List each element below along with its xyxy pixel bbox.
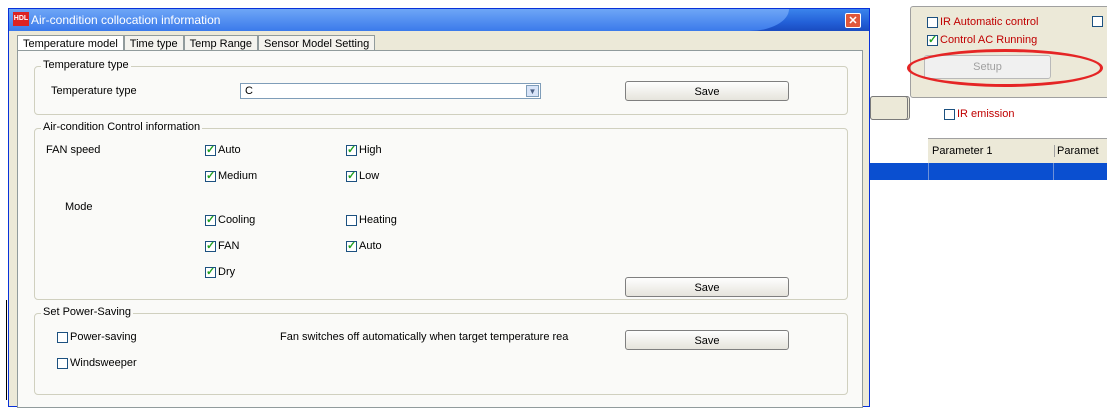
ac-collocation-dialog: HDL Air-condition collocation informatio…: [8, 8, 870, 408]
fan-speed-label: FAN speed: [46, 144, 101, 156]
fan-auto-box[interactable]: [205, 143, 216, 156]
column-header-parameter-1[interactable]: Parameter 1: [932, 145, 993, 157]
fan-medium-checkbox[interactable]: Medium: [205, 169, 258, 182]
control-ac-running-label: Control AC Running: [940, 34, 1038, 46]
temperature-save-button[interactable]: Save: [625, 81, 789, 101]
table-cell: [1053, 163, 1054, 180]
fan-high-label: High: [359, 144, 382, 156]
fan-low-box[interactable]: [346, 169, 357, 182]
mode-auto-label: Auto: [359, 240, 382, 252]
red-annotation-circle: [907, 49, 1103, 87]
close-icon[interactable]: ✕: [845, 13, 861, 28]
temperature-type-value: C: [245, 85, 253, 97]
mode-dry-box[interactable]: [205, 265, 216, 278]
power-saving-save-button[interactable]: Save: [625, 330, 789, 350]
extra-checkbox-box[interactable]: [1092, 16, 1103, 27]
ac-control-group-title: Air-condition Control information: [41, 121, 203, 133]
control-ac-running-box[interactable]: [927, 33, 938, 46]
left-edge-line: [6, 300, 7, 400]
power-saving-group: Set Power-Saving Power-saving Fan switch…: [34, 306, 848, 395]
control-ac-running-checkbox[interactable]: Control AC Running: [927, 33, 1038, 46]
mode-fan-box[interactable]: [205, 239, 216, 252]
ir-emission-label: IR emission: [957, 108, 1015, 120]
fan-low-label: Low: [359, 170, 380, 182]
mode-dry-checkbox[interactable]: Dry: [205, 265, 236, 278]
mode-fan-checkbox[interactable]: FAN: [205, 239, 240, 252]
chevron-down-icon[interactable]: ▼: [526, 85, 539, 97]
mode-auto-checkbox[interactable]: Auto: [346, 239, 382, 252]
mode-heating-checkbox[interactable]: Heating: [346, 214, 397, 226]
mode-heating-label: Heating: [359, 214, 397, 226]
table-cell: [928, 163, 929, 180]
fan-low-checkbox[interactable]: Low: [346, 169, 380, 182]
windsweeper-checkbox[interactable]: Windsweeper: [57, 357, 137, 369]
dialog-title: Air-condition collocation information: [31, 13, 221, 27]
table-row-selected[interactable]: [870, 163, 1107, 180]
temperature-type-select[interactable]: C ▼: [240, 83, 541, 99]
ac-control-group: Air-condition Control information FAN sp…: [34, 121, 848, 300]
mode-label: Mode: [65, 201, 93, 213]
fan-auto-checkbox[interactable]: Auto: [205, 143, 241, 156]
fan-auto-label: Auto: [218, 144, 241, 156]
mode-heating-box[interactable]: [346, 214, 357, 226]
ir-automatic-control-box[interactable]: [927, 16, 938, 28]
background-options-group: IR Automatic control Control AC Running …: [907, 6, 1107, 98]
fan-medium-label: Medium: [218, 170, 258, 182]
extra-checkbox[interactable]: [1092, 16, 1103, 27]
ac-control-save-button[interactable]: Save: [625, 277, 789, 297]
windsweeper-box[interactable]: [57, 357, 68, 369]
background-window: IR Automatic control Control AC Running …: [870, 0, 1107, 407]
mode-fan-label: FAN: [218, 240, 240, 252]
mode-dry-label: Dry: [218, 266, 236, 278]
ir-automatic-control-checkbox[interactable]: IR Automatic control: [927, 16, 1038, 28]
ir-emission-box[interactable]: [944, 108, 955, 120]
ir-emission-checkbox[interactable]: IR emission: [944, 108, 1014, 120]
mode-cooling-box[interactable]: [205, 213, 216, 226]
power-saving-checkbox[interactable]: Power-saving: [57, 331, 137, 343]
ir-automatic-control-label: IR Automatic control: [940, 16, 1039, 28]
fan-high-box[interactable]: [346, 143, 357, 156]
temperature-type-group-title: Temperature type: [41, 59, 131, 71]
background-button-2[interactable]: [870, 96, 908, 120]
power-saving-note: Fan switches off automatically when targ…: [280, 331, 569, 343]
title-bar[interactable]: HDL Air-condition collocation informatio…: [9, 9, 869, 31]
fan-high-checkbox[interactable]: High: [346, 143, 382, 156]
tab-panel: Temperature type Temperature type C ▼ Sa…: [17, 50, 863, 408]
column-header-parameter-2[interactable]: Paramet: [1054, 145, 1099, 157]
mode-auto-box[interactable]: [346, 239, 357, 252]
table-header: Parameter 1 Paramet: [928, 138, 1107, 164]
mode-cooling-label: Cooling: [218, 214, 256, 226]
temperature-type-label: Temperature type: [51, 85, 137, 97]
mode-cooling-checkbox[interactable]: Cooling: [205, 213, 256, 226]
app-logo-icon: HDL: [13, 12, 29, 26]
power-saving-box[interactable]: [57, 331, 68, 343]
fan-medium-box[interactable]: [205, 169, 216, 182]
temperature-type-group: Temperature type Temperature type C ▼ Sa…: [34, 59, 848, 115]
power-saving-group-title: Set Power-Saving: [41, 306, 134, 318]
power-saving-label: Power-saving: [70, 331, 137, 343]
windsweeper-label: Windsweeper: [70, 357, 137, 369]
